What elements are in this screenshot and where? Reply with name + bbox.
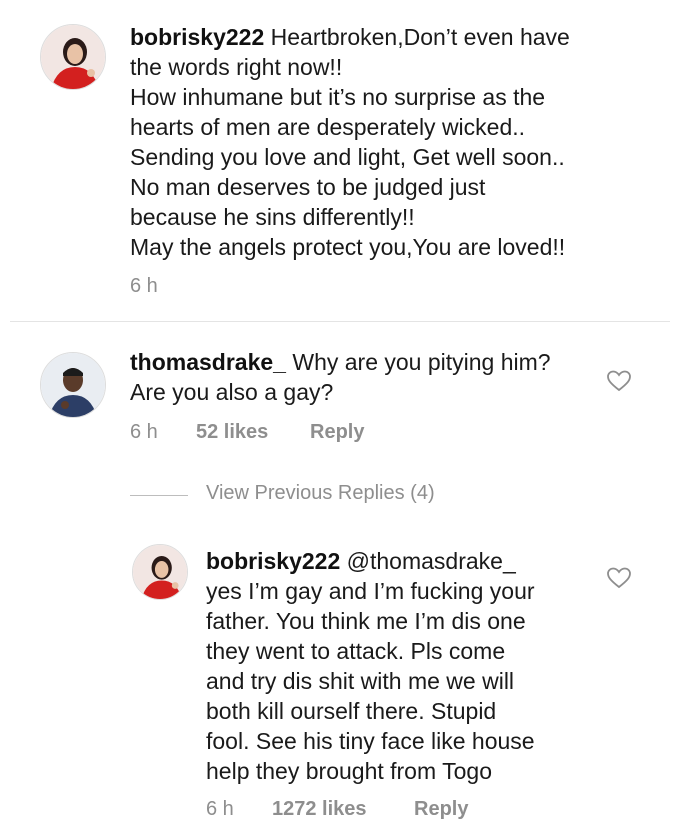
likes-count[interactable]: 52 likes [196, 421, 310, 444]
comment-body: Heartbroken,Don’t even have the words ri… [130, 24, 570, 260]
view-previous-replies-button[interactable]: View Previous Replies (4) [206, 482, 435, 505]
comment-1: bobrisky222 Heartbroken,Don’t even have … [0, 0, 680, 320]
comment-2: thomasdrake_ Why are you pitying him? Ar… [0, 322, 680, 462]
like-button[interactable] [606, 566, 632, 590]
avatar[interactable] [132, 544, 188, 600]
avatar[interactable] [40, 352, 106, 418]
view-previous-divider [130, 495, 188, 496]
reply-button[interactable]: Reply [310, 421, 364, 444]
username[interactable]: bobrisky222 [130, 24, 264, 50]
profile-photo-icon [41, 353, 105, 417]
comment-body: @thomasdrake_ yes I’m gay and I’m fuckin… [206, 548, 535, 784]
timestamp: 6 h [206, 798, 234, 820]
heart-outline-icon [607, 567, 631, 589]
comment-meta: 6 h 1272 likes Reply [206, 798, 468, 821]
like-button[interactable] [606, 369, 632, 393]
avatar[interactable] [40, 24, 106, 90]
comment-meta: 6 h 52 likes Reply [130, 421, 364, 444]
username[interactable]: thomasdrake_ [130, 349, 286, 375]
timestamp: 6 h [130, 275, 158, 297]
profile-photo-icon [41, 25, 105, 89]
comment-text: thomasdrake_ Why are you pitying him? Ar… [130, 347, 600, 407]
heart-outline-icon [607, 370, 631, 392]
comment-meta: 6 h [130, 275, 158, 298]
comment-3: bobrisky222 @thomasdrake_ yes I’m gay an… [0, 530, 680, 837]
reply-button[interactable]: Reply [414, 798, 468, 821]
comment-text: bobrisky222 Heartbroken,Don’t even have … [130, 22, 650, 262]
comment-text: bobrisky222 @thomasdrake_ yes I’m gay an… [206, 546, 606, 786]
username[interactable]: bobrisky222 [206, 548, 340, 574]
timestamp: 6 h [130, 421, 158, 443]
likes-count[interactable]: 1272 likes [272, 798, 414, 821]
profile-photo-icon [133, 545, 187, 599]
